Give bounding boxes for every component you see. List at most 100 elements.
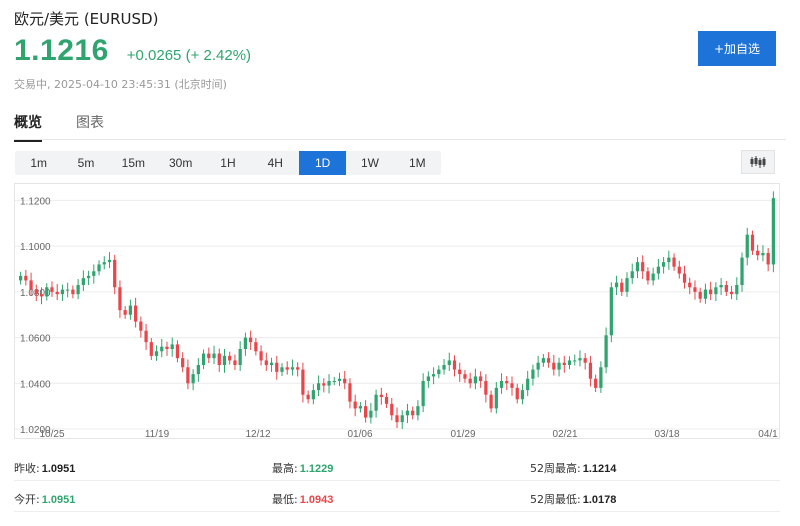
candle-body [353,401,357,409]
candle-body [269,362,274,365]
candle-body [76,285,80,295]
candle-body [761,253,765,256]
candle-body [24,275,28,281]
candle-body [756,250,760,256]
candle-body [719,285,723,288]
candle-body [651,273,655,281]
stat-value: 1.0943 [299,494,334,506]
candle-body [296,367,300,370]
period-5m[interactable]: 5m [62,151,109,175]
candle-body [750,234,755,251]
period-1mo[interactable]: 1M [394,151,441,175]
y-tick-label: 1.1200 [20,196,51,207]
candle-body [583,358,587,363]
candle-body [620,282,624,292]
candle-body [306,394,310,400]
period-15m[interactable]: 15m [110,151,157,175]
candle-body [693,287,697,292]
candle-body [50,287,54,292]
candle-body [630,271,634,279]
candlestick-icon [750,156,766,168]
stat-label: 52周最高: [530,462,581,475]
stat-label: 最高: [272,462,298,475]
tab-chart[interactable]: 图表 [76,112,104,142]
candle-body [228,355,232,361]
x-tick-label: 12/12 [245,429,270,439]
chart-type-button[interactable] [741,150,775,174]
candle-body [332,381,336,382]
candle-body [123,310,127,315]
candle-body [714,287,718,295]
add-to-watchlist-button[interactable]: +加自选 [698,31,776,66]
candle-body [154,351,159,356]
candle-body [447,360,451,365]
candle-body [364,406,368,418]
stat-52w-high: 52周最高: 1.1214 [530,460,616,476]
candle-body [468,378,472,384]
candle-body [573,360,577,362]
period-1m[interactable]: 1m [15,151,62,175]
price-row: 1.1216 +0.0265 (+ 2.42%) [14,34,251,68]
candle-body [160,346,164,352]
candle-body [729,291,734,295]
candle-body [384,397,389,404]
candle-body [233,360,237,365]
y-tick-label: 1.1000 [20,242,51,253]
candle-body [102,262,106,265]
view-tabs: 概览 图表 [14,112,138,142]
candle-body [567,360,572,365]
tab-overview[interactable]: 概览 [14,112,42,142]
x-tick-label: 11/19 [145,429,170,439]
trading-status: 交易中, 2025-04-10 23:45:31 (北京时间) [14,78,227,91]
candle-body [390,403,394,416]
stat-open: 今开: 1.0951 [14,491,75,507]
candle-body [290,367,295,370]
candle-body [81,278,85,285]
stat-value: 1.0951 [41,494,76,506]
period-1w[interactable]: 1W [346,151,393,175]
candle-body [316,383,321,391]
candle-body [139,321,143,331]
candle-body [196,365,200,375]
candle-body [285,367,289,370]
stat-prev-close: 昨收: 1.0951 [14,460,75,476]
candle-body [379,394,383,397]
stat-52w-low: 52周最低: 1.0178 [530,491,616,507]
candle-body [667,257,671,263]
candle-body [515,387,519,400]
candle-body [536,362,540,370]
candle-body [421,381,425,407]
period-1h[interactable]: 1H [204,151,251,175]
candle-body [489,394,493,409]
candle-body [358,406,363,409]
candle-body [181,358,185,368]
candle-body [201,353,206,365]
y-tick-label: 1.0400 [20,379,51,390]
candle-body [661,262,666,267]
candle-body [275,362,279,372]
current-price: 1.1216 [14,34,109,67]
candle-body [735,285,739,295]
period-4h[interactable]: 4H [252,151,299,175]
candle-body [688,282,692,288]
candle-body [405,410,410,416]
stat-label: 今开: [14,493,40,506]
candle-body [118,287,122,311]
stats-row: 今开: 1.0951 最低: 1.0943 52周最低: 1.0178 [14,483,780,512]
price-chart[interactable]: 1.12001.10001.08001.06001.04001.020010/2… [14,183,780,439]
period-1d[interactable]: 1D [298,151,347,175]
candle-body [411,410,415,416]
candle-body [66,289,70,291]
candle-body [144,330,148,343]
candle-body [703,289,708,299]
x-tick-label: 04/1 [758,429,778,439]
candle-body [599,367,603,388]
candle-body [128,305,133,315]
candle-body [416,406,420,416]
candle-body [458,369,462,375]
candle-body [249,337,253,343]
candle-body [222,355,227,365]
candle-body [656,266,660,274]
period-30m[interactable]: 30m [157,151,204,175]
candle-body [562,362,566,365]
